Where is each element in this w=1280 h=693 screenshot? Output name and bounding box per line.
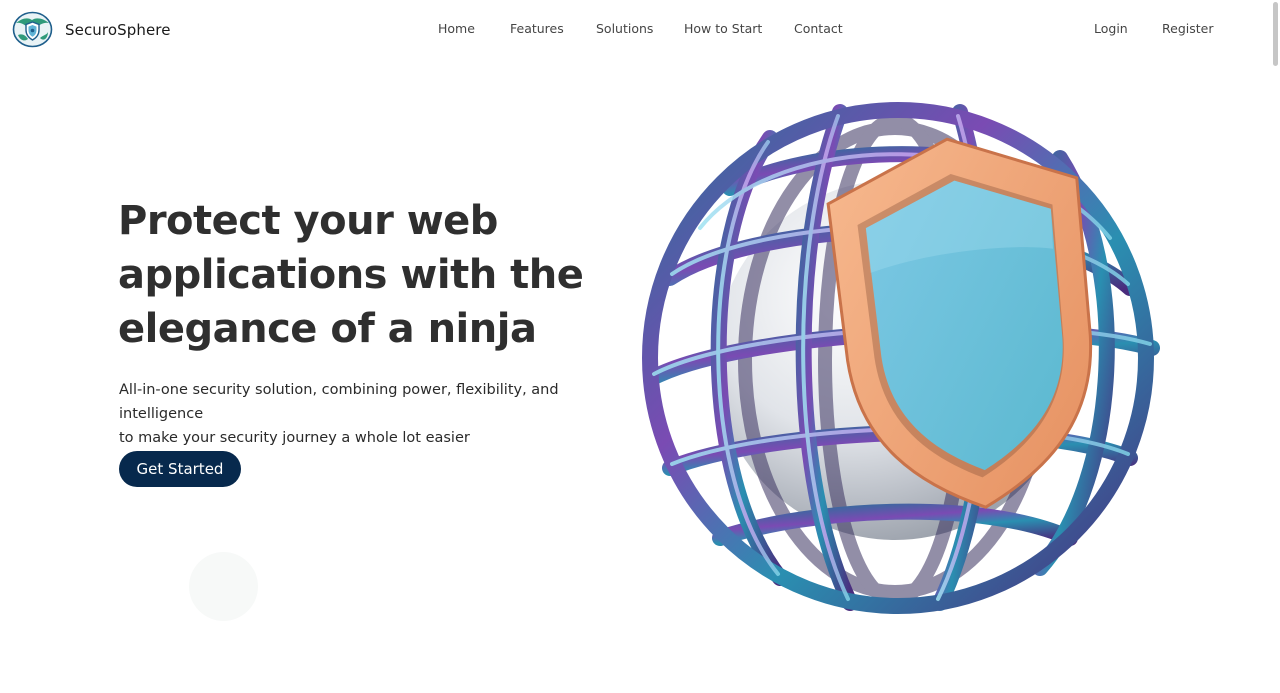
hero-subtitle: All-in-one security solution, combining … (119, 378, 629, 450)
register-link[interactable]: Register (1162, 21, 1213, 36)
globe-cage-with-shield-illustration (642, 102, 1160, 614)
hero-title-line: Protect your web (118, 198, 498, 244)
nav-link-home[interactable]: Home (438, 21, 475, 36)
scrollbar-thumb[interactable] (1273, 2, 1278, 66)
nav-link-solutions[interactable]: Solutions (596, 21, 653, 36)
decorative-circle (189, 552, 258, 621)
login-link[interactable]: Login (1094, 21, 1128, 36)
hero-subtitle-line: to make your security journey a whole lo… (119, 430, 470, 446)
page-scrollbar[interactable] (1270, 0, 1280, 693)
nav-link-contact[interactable]: Contact (794, 21, 843, 36)
hero-subtitle-line: All-in-one security solution, combining … (119, 382, 559, 422)
nav-link-how-to-start[interactable]: How to Start (684, 21, 762, 36)
hero-title: Protect your web applications with the e… (118, 194, 618, 356)
main-nav: Home Features Solutions How to Start Con… (0, 21, 1270, 41)
hero-title-line: elegance of a ninja (118, 306, 537, 352)
site-header: SecuroSphere Home Features Solutions How… (0, 0, 1270, 62)
nav-link-features[interactable]: Features (510, 21, 564, 36)
get-started-button[interactable]: Get Started (119, 451, 241, 487)
hero-title-line: applications with the (118, 252, 584, 298)
